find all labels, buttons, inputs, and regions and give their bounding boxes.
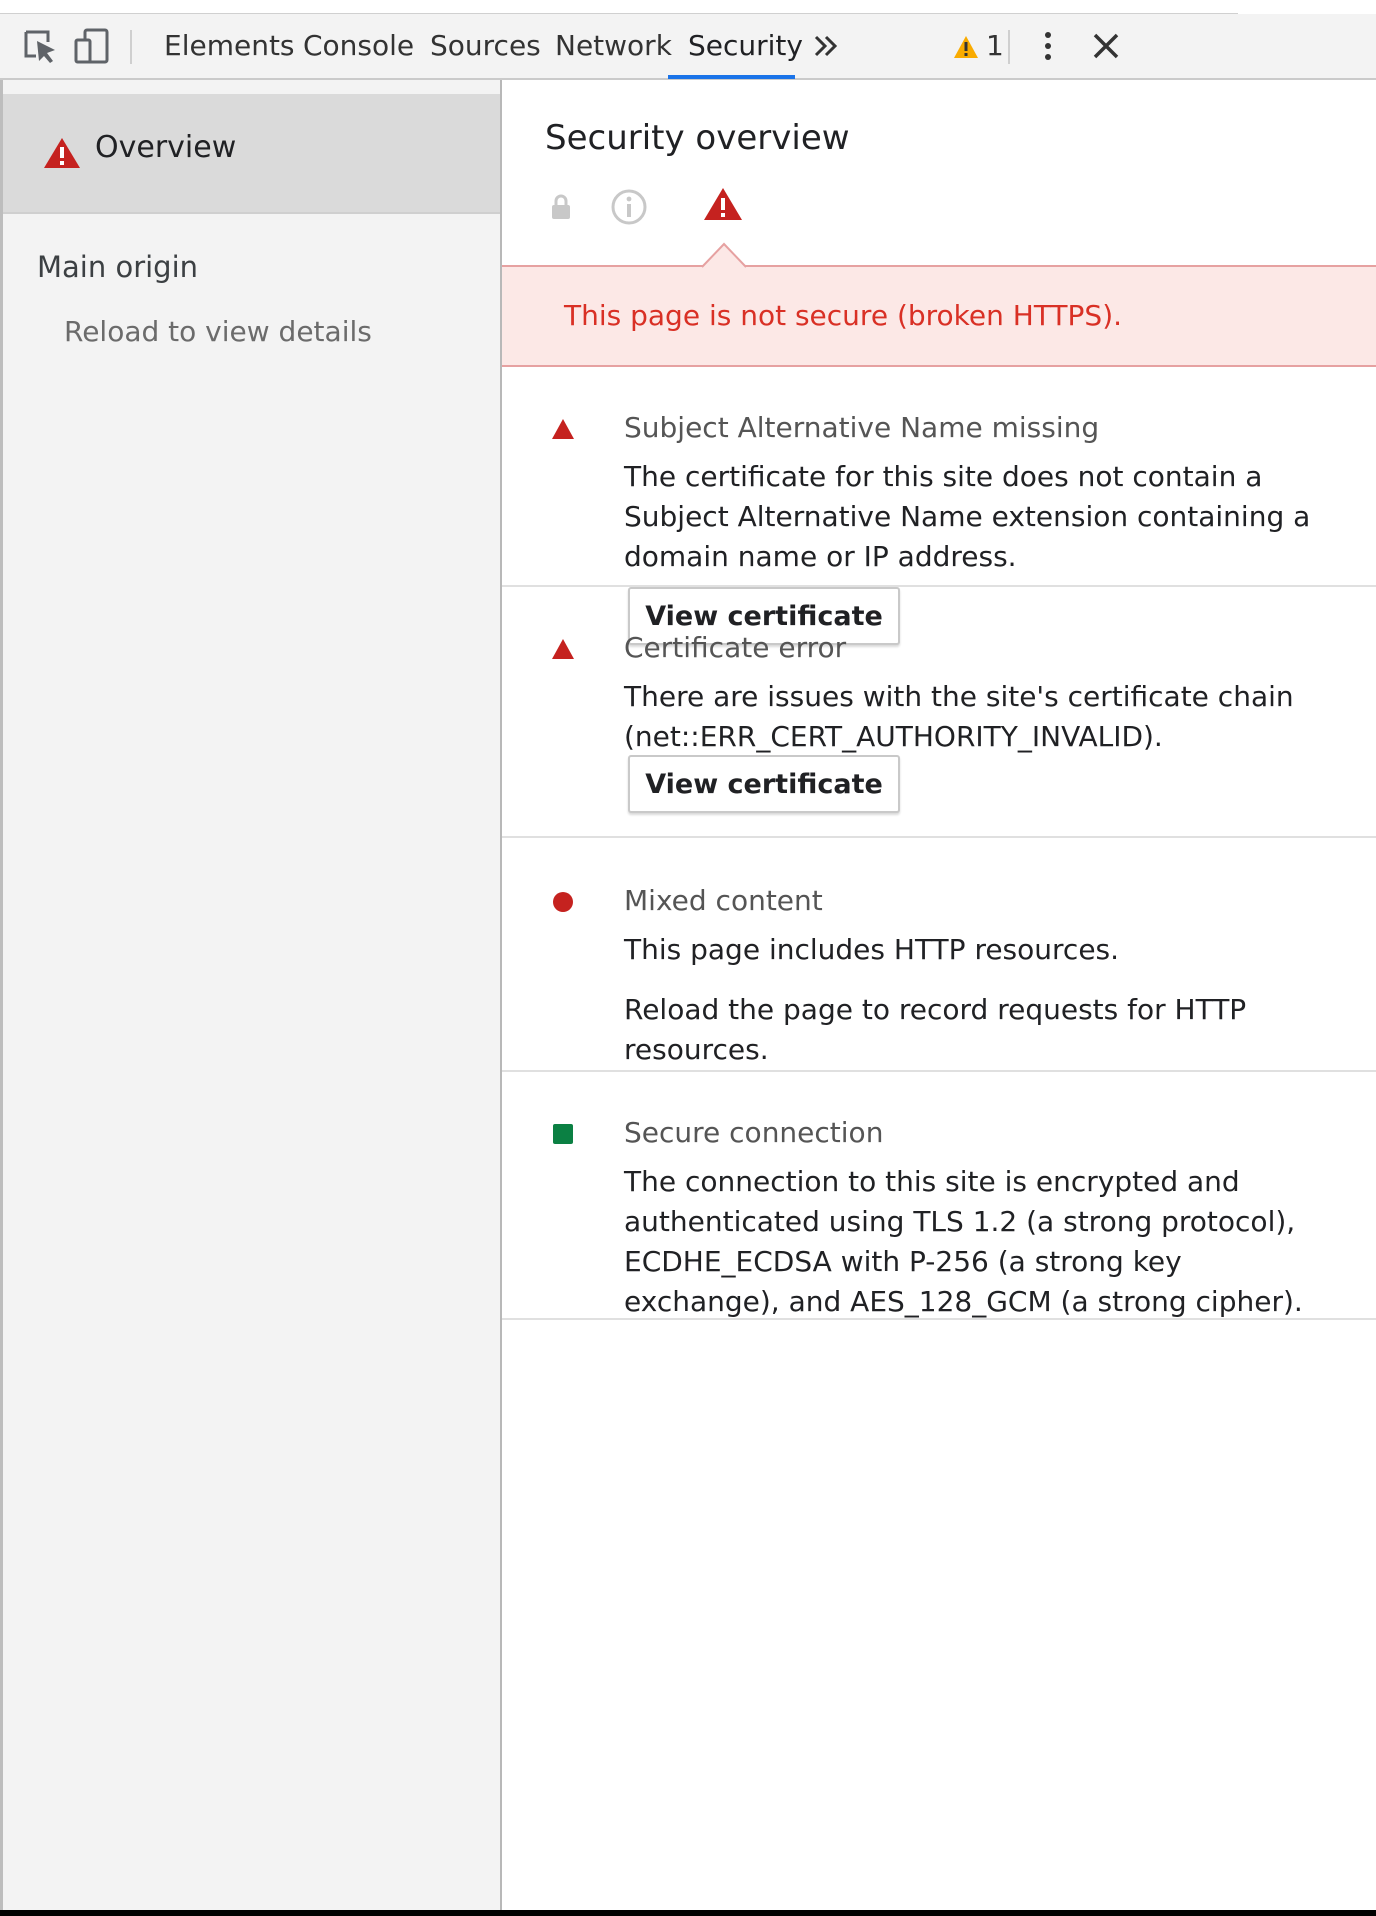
close-icon[interactable] [1086,26,1126,66]
tab-console[interactable]: Console [303,14,414,78]
error-triangle-icon [552,639,574,659]
error-dot-icon [553,892,573,912]
warning-count[interactable]: 1 [986,14,1004,78]
warning-icon[interactable] [952,26,980,66]
security-card-certificate-error: Certificate error There are issues with … [502,585,1376,838]
inspect-element-icon[interactable] [20,26,60,66]
security-card-mixed-content: Mixed content This page includes HTTP re… [502,840,1376,1072]
card-title: Secure connection [624,1116,884,1149]
warning-triangle-icon [44,138,80,168]
card-description-secondary: Reload the page to record requests for H… [624,993,1247,1066]
card-title: Subject Alternative Name missing [624,411,1100,444]
card-description: The certificate for this site does not c… [624,460,1311,573]
sidebar-reload-hint: Reload to view details [64,315,372,348]
tab-network[interactable]: Network [555,14,672,78]
sidebar-item-overview[interactable]: Overview [3,94,500,214]
card-description: The connection to this site is encrypted… [624,1165,1303,1318]
card-description: There are issues with the site's certifi… [624,680,1294,753]
device-toolbar-icon[interactable] [72,26,112,66]
lock-icon [552,194,570,219]
security-card-secure-connection: Secure connection The connection to this… [502,1072,1376,1320]
sidebar-item-label: Overview [95,130,237,165]
security-summary-text: This page is not secure (broken HTTPS). [564,299,1123,332]
error-triangle-icon [552,419,574,439]
card-title: Certificate error [624,631,847,664]
sidebar-main-origin-heading: Main origin [37,250,199,284]
toolbar-separator [130,30,132,64]
devtools-toolbar: Elements Console Sources Network Securit… [0,14,1376,80]
view-certificate-button[interactable]: View certificate [628,755,900,813]
card-title: Mixed content [624,884,823,917]
security-main-panel: Security overview This page is not secur… [502,80,1376,1916]
window-top-edge [0,0,1238,15]
kebab-menu-icon[interactable] [1028,26,1068,66]
security-card-san-missing: Subject Alternative Name missing The cer… [502,367,1376,645]
warning-triangle-icon [704,188,742,220]
banner-pointer [702,242,746,268]
toolbar-separator [1008,30,1010,64]
secure-square-icon [553,1124,573,1144]
tab-elements[interactable]: Elements [164,14,295,78]
active-tab-indicator [668,75,795,79]
security-sidebar: Overview Main origin Reload to view deta… [3,80,502,1916]
window-bottom-edge [0,1910,1376,1916]
security-summary-banner: This page is not secure (broken HTTPS). [502,265,1376,367]
more-tabs-chevron-icon[interactable] [808,26,848,66]
tab-sources[interactable]: Sources [430,14,541,78]
info-icon [611,189,647,225]
page-title: Security overview [545,118,850,158]
card-description: This page includes HTTP resources. [624,933,1120,966]
tab-security[interactable]: Security [688,14,803,78]
